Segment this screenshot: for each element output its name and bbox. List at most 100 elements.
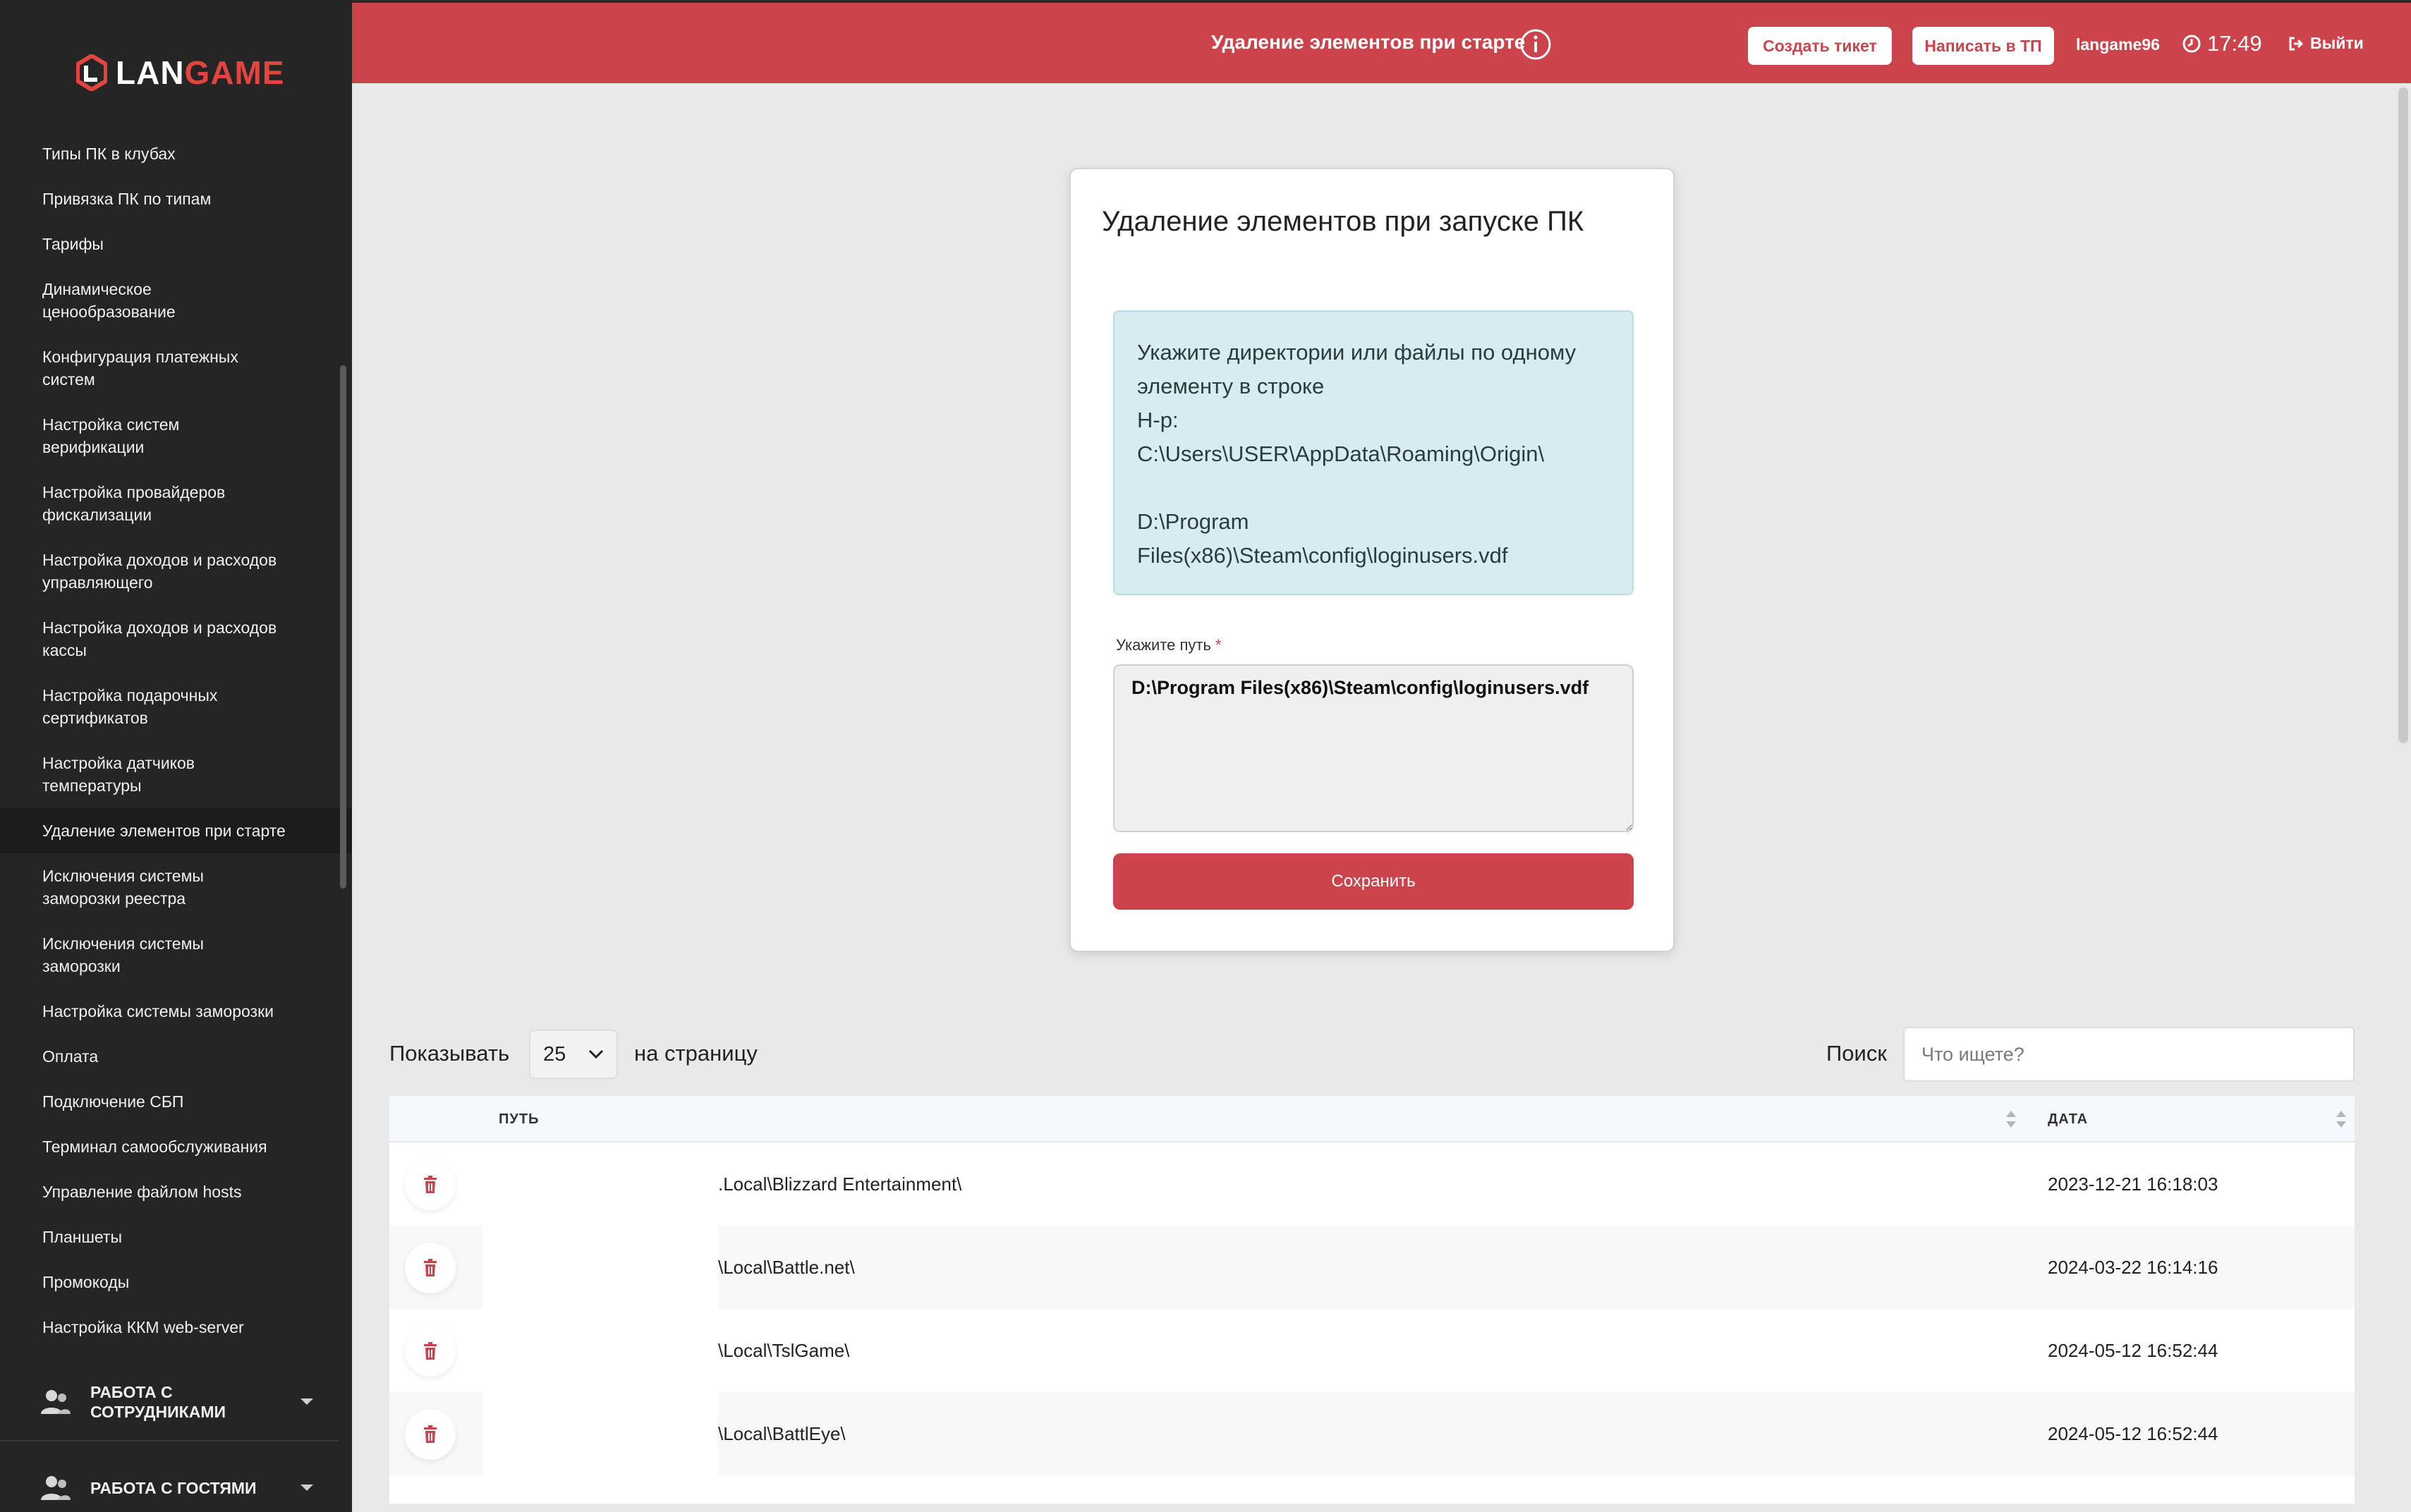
sidebar-item-label: Исключения системы заморозки: [42, 934, 204, 975]
sidebar-item-tablets[interactable]: Планшеты: [0, 1214, 352, 1260]
sidebar-item-label: Конфигурация платежных систем: [42, 348, 238, 389]
sidebar-item-manager-finance[interactable]: Настройка доходов и расходов управляющег…: [0, 537, 352, 605]
save-button[interactable]: Сохранить: [1113, 853, 1634, 910]
write-support-button[interactable]: Написать в ТП: [1912, 27, 2054, 65]
sidebar-item-registry-freeze-exceptions[interactable]: Исключения системы заморозки реестра: [0, 853, 352, 921]
path-textarea[interactable]: D:\Program Files(x86)\Steam\config\login…: [1113, 664, 1634, 832]
cell-blank: [482, 1226, 718, 1309]
logo[interactable]: LANGAME: [76, 54, 285, 92]
startup-removal-card: Удаление элементов при запуске ПК Укажит…: [1069, 168, 1675, 952]
cell-path: \Local\BattlEye\: [718, 1423, 846, 1444]
delete-button[interactable]: [405, 1243, 456, 1293]
sidebar-item-label: Настройка доходов и расходов кассы: [42, 618, 277, 659]
create-ticket-button[interactable]: Создать тикет: [1748, 27, 1892, 65]
card-title: Удаление элементов при запуске ПК: [1102, 206, 1584, 237]
sidebar-item-pc-binding[interactable]: Привязка ПК по типам: [0, 176, 352, 221]
sidebar-item-startup-removal[interactable]: Удаление элементов при старте: [0, 808, 352, 853]
info-icon[interactable]: [1519, 28, 1552, 61]
sort-icon[interactable]: [2335, 1109, 2348, 1130]
cell-path: .Local\Blizzard Entertainment\: [718, 1173, 962, 1195]
alert-line: C:\Users\USER\AppData\Roaming\Origin\: [1137, 441, 1545, 466]
trash-icon: [424, 1259, 437, 1276]
column-header-date[interactable]: ДАТА: [2048, 1111, 2088, 1128]
sidebar-scrollbar[interactable]: [340, 365, 346, 889]
table-row: \Local\BattlEye\ 2024-05-12 16:52:44: [389, 1392, 2355, 1475]
table-row: .Local\Blizzard Entertainment\ 2023-12-2…: [389, 1142, 2355, 1226]
table-header: ПУТЬ ДАТА: [389, 1096, 2355, 1142]
info-alert: Укажите директории или файлы по одному э…: [1113, 310, 1634, 595]
main-scrollbar[interactable]: [2398, 87, 2408, 743]
sidebar-item-label: Привязка ПК по типам: [42, 190, 212, 208]
sidebar-item-tariffs[interactable]: Тарифы: [0, 221, 352, 267]
clock-icon: [2182, 35, 2201, 53]
sidebar-group-guests[interactable]: РАБОТА С ГОСТЯМИ: [0, 1460, 339, 1512]
sidebar: LANGAME Типы ПК в клубах Привязка ПК по …: [0, 0, 352, 1512]
sidebar-item-kkm-webserver[interactable]: Настройка ККМ web-server: [0, 1305, 352, 1350]
cell-blank: [482, 1392, 718, 1475]
top-header: Удаление элементов при старте Создать ти…: [352, 0, 2411, 83]
sidebar-item-label: Терминал самообслуживания: [42, 1138, 267, 1156]
cell-date: 2023-12-21 16:18:03: [2048, 1173, 2218, 1195]
page-title: Удаление элементов при старте: [1211, 31, 1526, 53]
sidebar-item-label: Настройка провайдеров фискализации: [42, 483, 226, 524]
logout-button[interactable]: Выйти: [2288, 34, 2364, 53]
cell-date: 2024-05-12 16:52:44: [2048, 1423, 2218, 1444]
sidebar-group-staff[interactable]: РАБОТА С СОТРУДНИКАМИ: [0, 1374, 339, 1430]
sidebar-item-verification[interactable]: Настройка систем верификации: [0, 402, 352, 470]
sidebar-item-gift-certificates[interactable]: Настройка подарочных сертификатов: [0, 673, 352, 740]
logo-text: LANGAME: [116, 54, 285, 91]
logo-mark-icon: [76, 54, 107, 91]
sidebar-menu: Типы ПК в клубах Привязка ПК по типам Та…: [0, 131, 352, 1350]
sidebar-item-label: Настройка систем верификации: [42, 415, 180, 456]
sidebar-item-label: Настройка системы заморозки: [42, 1002, 274, 1020]
chevron-down-icon: [300, 1484, 313, 1491]
alert-gap: [1137, 471, 1610, 505]
logout-icon: [2289, 37, 2304, 50]
search-input[interactable]: [1903, 1027, 2355, 1082]
per-page-select[interactable]: 25: [529, 1030, 618, 1079]
sidebar-item-freeze-settings[interactable]: Настройка системы заморозки: [0, 989, 352, 1034]
sidebar-item-freeze-exceptions[interactable]: Исключения системы заморозки: [0, 921, 352, 989]
sidebar-item-promocodes[interactable]: Промокоды: [0, 1260, 352, 1305]
table-row-partial: [389, 1475, 2355, 1504]
sidebar-item-temp-sensors[interactable]: Настройка датчиков температуры: [0, 740, 352, 808]
trash-icon: [424, 1342, 437, 1360]
sidebar-item-hosts[interactable]: Управление файлом hosts: [0, 1169, 352, 1214]
sidebar-item-label: Типы ПК в клубах: [42, 145, 176, 163]
sidebar-item-fiscal-providers[interactable]: Настройка провайдеров фискализации: [0, 470, 352, 537]
clock-time: 17:49: [2207, 31, 2262, 56]
sidebar-item-payment[interactable]: Оплата: [0, 1034, 352, 1079]
cell-date: 2024-03-22 16:14:16: [2048, 1257, 2218, 1278]
sidebar-divider: [0, 1440, 339, 1441]
per-page-value: 25: [543, 1042, 566, 1066]
sidebar-item-label: Планшеты: [42, 1228, 122, 1246]
alert-line: Укажите директории или файлы по одному э…: [1137, 340, 1577, 398]
table-row: \Local\TslGame\ 2024-05-12 16:52:44: [389, 1309, 2355, 1392]
sidebar-item-label: Промокоды: [42, 1273, 130, 1291]
sidebar-item-terminal[interactable]: Терминал самообслуживания: [0, 1124, 352, 1169]
chevron-down-icon: [300, 1398, 313, 1405]
show-label: Показывать: [389, 1041, 510, 1066]
users-icon: [41, 1390, 71, 1414]
per-page-label: на страницу: [634, 1041, 758, 1066]
delete-button[interactable]: [405, 1159, 456, 1210]
delete-button[interactable]: [405, 1326, 456, 1377]
sidebar-group-label: РАБОТА С ГОСТЯМИ: [90, 1479, 257, 1497]
delete-button[interactable]: [405, 1409, 456, 1460]
alert-line: D:\Program Files(x86)\Steam\config\login…: [1137, 509, 1508, 568]
sidebar-group-label: РАБОТА С СОТРУДНИКАМИ: [90, 1383, 226, 1421]
path-label: Укажите путь *: [1116, 636, 1222, 654]
sidebar-item-label: Настройка доходов и расходов управляющег…: [42, 551, 277, 592]
sidebar-item-payment-config[interactable]: Конфигурация платежных систем: [0, 334, 352, 402]
column-header-path[interactable]: ПУТЬ: [499, 1111, 539, 1128]
sidebar-item-sbp[interactable]: Подключение СБП: [0, 1079, 352, 1124]
users-icon: [41, 1476, 71, 1500]
sort-icon[interactable]: [2005, 1109, 2017, 1130]
sidebar-item-pc-types[interactable]: Типы ПК в клубах: [0, 131, 352, 176]
sidebar-item-label: Управление файлом hosts: [42, 1183, 242, 1201]
sidebar-item-label: Динамическое ценообразование: [42, 280, 176, 321]
sidebar-item-label: Оплата: [42, 1047, 99, 1066]
sidebar-item-cashbox-finance[interactable]: Настройка доходов и расходов кассы: [0, 605, 352, 673]
username: langame96: [2076, 35, 2160, 54]
sidebar-item-dynamic-pricing[interactable]: Динамическое ценообразование: [0, 267, 352, 334]
